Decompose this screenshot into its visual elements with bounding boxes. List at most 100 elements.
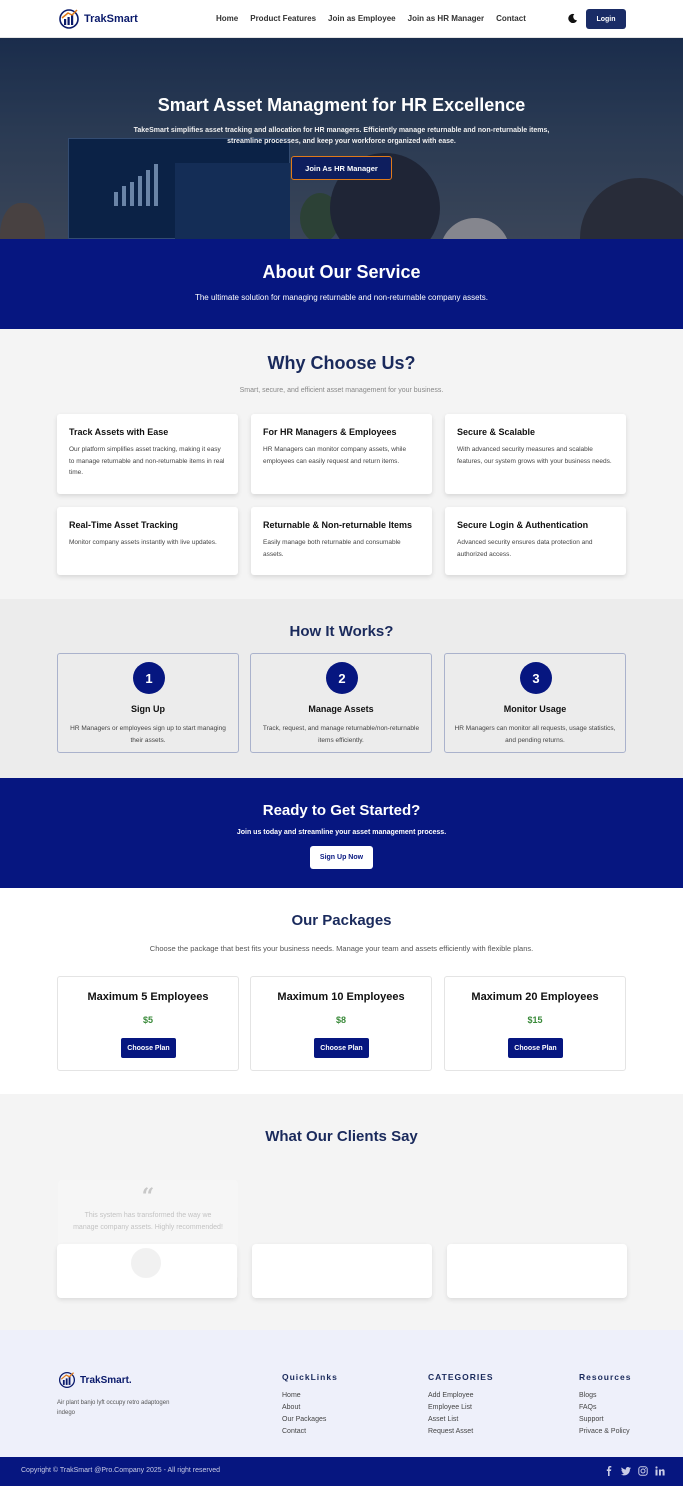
testimonial-card [252, 1244, 432, 1298]
linkedin-icon[interactable] [655, 1466, 665, 1476]
hero-title: Smart Asset Managment for HR Excellence [157, 95, 526, 115]
feature-card: For HR Managers & Employees HR Managers … [251, 414, 432, 494]
join-hr-manager-button[interactable]: Join As HR Manager [291, 156, 392, 180]
footer-link-blogs[interactable]: Blogs [579, 1390, 631, 1402]
instagram-icon[interactable] [638, 1466, 648, 1476]
feature-card-title: Real-Time Asset Tracking [69, 520, 179, 530]
step-card: 1 Sign Up HR Managers or employees sign … [57, 653, 239, 753]
step-title: Manage Assets [308, 704, 374, 714]
packages-subtitle: Choose the package that best fits your b… [149, 944, 534, 953]
package-price: $5 [142, 1015, 153, 1025]
package-title: Maximum 10 Employees [277, 991, 405, 1003]
chart-logo-icon [59, 9, 79, 29]
testimonial-slide[interactable]: “ This system has transformed the way we… [58, 1180, 238, 1280]
cta-title: Ready to Get Started? [262, 802, 421, 819]
package-card: Maximum 20 Employees $15 Choose Plan [444, 976, 626, 1071]
feature-card-text: Our platform simplifies asset tracking, … [69, 446, 225, 476]
cta-section: Ready to Get Started? Join us today and … [0, 778, 683, 888]
why-subtitle: Smart, secure, and efficient asset manag… [239, 387, 444, 394]
feature-card-text: Monitor company assets instantly with li… [69, 539, 217, 546]
nav-link-join-employee[interactable]: Join as Employee [328, 14, 396, 23]
feature-card-text: Advanced security ensures data protectio… [457, 539, 593, 558]
step-number-badge: 1 [133, 662, 165, 694]
nav-link-product-features[interactable]: Product Features [250, 14, 316, 23]
feature-card-title: Secure & Scalable [457, 427, 536, 437]
feature-card-text: HR Managers can monitor company assets, … [263, 446, 407, 465]
nav-link-contact[interactable]: Contact [496, 14, 526, 23]
package-price: $15 [527, 1015, 543, 1025]
package-title: Maximum 5 Employees [87, 991, 209, 1003]
facebook-icon[interactable] [604, 1466, 614, 1476]
hero-subtitle: TakeSmart simplifies asset tracking and … [133, 127, 550, 145]
feature-card-title: Secure Login & Authentication [457, 520, 589, 530]
footer-link-contact[interactable]: Contact [282, 1426, 338, 1438]
footer-link-about[interactable]: About [282, 1402, 338, 1414]
how-it-works-section: How It Works? 1 Sign Up HR Managers or e… [0, 599, 683, 778]
moon-icon[interactable] [567, 13, 578, 24]
nav-link-join-hr-manager[interactable]: Join as HR Manager [408, 14, 484, 23]
footer-resources: Resources Blogs FAQs Support Privace & P… [579, 1372, 631, 1438]
sign-up-button[interactable]: Sign Up Now [310, 846, 373, 869]
choose-plan-button[interactable]: Choose Plan [314, 1038, 369, 1058]
feature-card-title: Returnable & Non-returnable Items [263, 520, 413, 530]
choose-plan-button[interactable]: Choose Plan [121, 1038, 176, 1058]
feature-card: Real-Time Asset Tracking Monitor company… [57, 507, 238, 575]
feature-card-title: Track Assets with Ease [69, 427, 169, 437]
step-text: HR Managers can monitor all requests, us… [454, 725, 616, 744]
packages-section: Our Packages Choose the package that bes… [0, 888, 683, 1094]
footer-categories: CATEGORIES Add Employee Employee List As… [428, 1372, 494, 1438]
footer-quicklinks: QuickLinks Home About Our Packages Conta… [282, 1372, 338, 1438]
footer-link-packages[interactable]: Our Packages [282, 1414, 338, 1426]
avatar [129, 1246, 163, 1280]
quote-icon: “ [141, 1184, 155, 1210]
testimonials-title: What Our Clients Say [265, 1128, 418, 1145]
brand-name: TrakSmart [84, 13, 138, 25]
footer-column-title: Resources [579, 1372, 632, 1382]
footer-logo[interactable]: TrakSmart. [58, 1371, 132, 1389]
footer-link-faqs[interactable]: FAQs [579, 1402, 631, 1414]
login-button[interactable]: Login [586, 9, 626, 29]
footer-link-add-employee[interactable]: Add Employee [428, 1390, 494, 1402]
about-section: About Our Service The ultimate solution … [0, 239, 683, 329]
package-card: Maximum 5 Employees $5 Choose Plan [57, 976, 239, 1071]
copyright-bar: Copyright © TrakSmart @Pro.Company 2025 … [0, 1457, 683, 1486]
footer-link-employee-list[interactable]: Employee List [428, 1402, 494, 1414]
footer-link-home[interactable]: Home [282, 1390, 338, 1402]
step-card: 3 Monitor Usage HR Managers can monitor … [444, 653, 626, 753]
footer-brand-name: TrakSmart. [80, 1374, 132, 1386]
nav-link-home[interactable]: Home [216, 14, 238, 23]
about-subtitle: The ultimate solution for managing retur… [194, 293, 489, 302]
step-number-badge: 3 [520, 662, 552, 694]
package-price: $8 [335, 1015, 346, 1025]
social-links [604, 1466, 665, 1476]
step-number-badge: 2 [326, 662, 358, 694]
feature-card: Track Assets with Ease Our platform simp… [57, 414, 238, 494]
testimonial-text: This system has transformed the way we m… [73, 1212, 223, 1231]
testimonials-section: What Our Clients Say “ This system has t… [0, 1094, 683, 1330]
packages-title: Our Packages [291, 912, 392, 929]
package-card: Maximum 10 Employees $8 Choose Plan [250, 976, 432, 1071]
footer-link-privacy-policy[interactable]: Privace & Policy [579, 1426, 631, 1438]
about-title: About Our Service [262, 262, 421, 282]
chart-logo-icon [58, 1371, 76, 1389]
footer-link-request-asset[interactable]: Request Asset [428, 1426, 494, 1438]
brand-logo[interactable]: TrakSmart [58, 8, 138, 30]
nav-links: Home Product Features Join as Employee J… [216, 14, 526, 23]
feature-card-text: Easily manage both returnable and consum… [263, 539, 401, 558]
step-text: Track, request, and manage returnable/no… [262, 725, 420, 744]
why-choose-us-section: Why Choose Us? Smart, secure, and effici… [0, 329, 683, 599]
footer-column-title: QuickLinks [282, 1372, 338, 1382]
twitter-icon[interactable] [621, 1466, 631, 1476]
footer-description: Air plant banjo lyft occupy retro adapto… [57, 1400, 170, 1416]
feature-card: Secure Login & Authentication Advanced s… [445, 507, 626, 575]
choose-plan-button[interactable]: Choose Plan [508, 1038, 563, 1058]
footer: TrakSmart. Air plant banjo lyft occupy r… [0, 1330, 683, 1457]
why-title: Why Choose Us? [267, 353, 416, 373]
cta-subtitle: Join us today and streamline your asset … [236, 829, 447, 836]
hero-banner: Smart Asset Managment for HR Excellence … [0, 38, 683, 239]
package-title: Maximum 20 Employees [471, 991, 599, 1003]
footer-link-asset-list[interactable]: Asset List [428, 1414, 494, 1426]
top-navbar: TrakSmart Home Product Features Join as … [0, 0, 683, 38]
footer-link-support[interactable]: Support [579, 1414, 631, 1426]
footer-column-title: CATEGORIES [428, 1372, 494, 1382]
